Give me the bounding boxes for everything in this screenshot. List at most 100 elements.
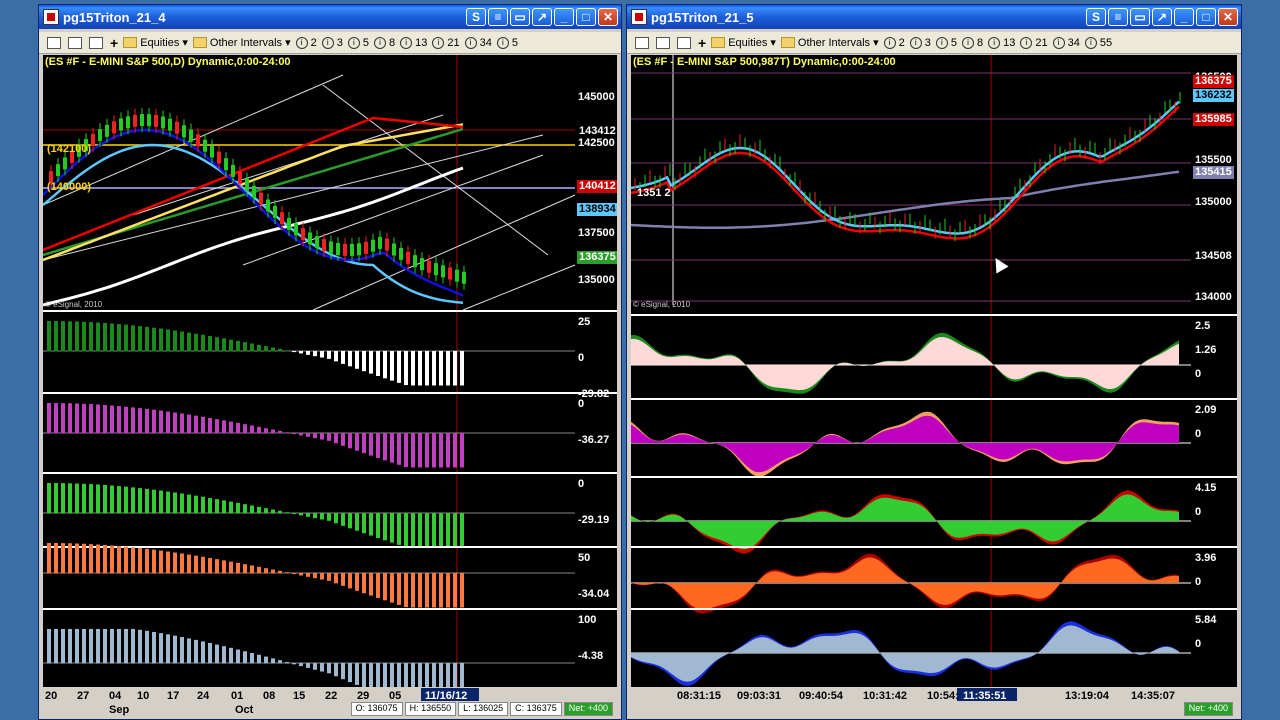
close-button[interactable]: ✕ [1218, 8, 1238, 26]
daily-chart-window[interactable]: pg15Triton_21_4 S ≡ ▭ ↗ _ □ ✕ + Equities… [38, 4, 622, 720]
symbol-link-button[interactable]: S [466, 8, 486, 26]
equities-menu[interactable]: Equities ▾ [711, 36, 776, 49]
histogram-bar [292, 663, 296, 665]
interval-button-34[interactable]: i 34 [1052, 37, 1080, 49]
histogram-bar [124, 324, 128, 352]
tick-chart-window[interactable]: pg15Triton_21_5 S ≡ ▭ ↗ _ □ ✕ + Equities… [626, 4, 1242, 720]
interval-button-8[interactable]: i8 [962, 37, 983, 49]
clock-icon: i [962, 37, 974, 49]
close-value: C: 136375 [510, 702, 562, 716]
histogram-bar [222, 420, 226, 434]
interval-button-8[interactable]: i8 [374, 37, 395, 49]
clock-icon: i [374, 37, 386, 49]
interval-button-5[interactable]: i5 [496, 37, 518, 49]
interval-button-21[interactable]: i 21 [1020, 37, 1048, 49]
restore-layout-button[interactable]: ▭ [510, 8, 530, 26]
interval-link-button[interactable]: ≡ [488, 8, 508, 26]
candle-body [133, 114, 137, 127]
chart-properties-icon[interactable] [635, 36, 649, 49]
histogram-bar [61, 543, 65, 574]
candle-body [119, 118, 123, 131]
minimize-button[interactable]: _ [554, 8, 574, 26]
interval-link-button[interactable]: ≡ [1108, 8, 1128, 26]
histogram-bar [173, 492, 177, 514]
histogram-bar [362, 351, 366, 372]
other-intervals-menu[interactable]: Other Intervals ▾ [780, 36, 879, 49]
interval-button-3[interactable]: i3 [321, 37, 343, 49]
equities-menu[interactable]: Equities ▾ [123, 36, 188, 49]
add-icon[interactable]: + [698, 35, 706, 51]
histogram-bar [166, 634, 170, 664]
formula-icon[interactable] [677, 36, 691, 49]
pin-button[interactable]: ↗ [1152, 8, 1172, 26]
interval-button-5[interactable]: i5 [347, 37, 369, 49]
minimize-button[interactable]: _ [1174, 8, 1194, 26]
histogram-bar [236, 502, 240, 514]
histogram-bar [47, 403, 51, 434]
copy-icon[interactable] [656, 36, 670, 49]
candle-body [196, 134, 200, 147]
histogram-bar [229, 421, 233, 434]
histogram-bar [341, 513, 345, 526]
histogram-bar [89, 544, 93, 574]
histogram-bar [68, 483, 72, 514]
histogram-bar [369, 433, 373, 456]
histogram-bar [243, 504, 247, 514]
histogram-bar [355, 513, 359, 531]
histogram-bar [432, 513, 436, 548]
candle-body [301, 228, 305, 241]
histogram-bar [271, 347, 275, 352]
restore-layout-button[interactable]: ▭ [1130, 8, 1150, 26]
histogram-bar [264, 568, 268, 574]
price-label: 145000 [578, 91, 615, 103]
close-button[interactable]: ✕ [598, 8, 618, 26]
clock-icon: i [883, 37, 896, 49]
histogram-bar [348, 663, 352, 683]
other-intervals-menu[interactable]: Other Intervals ▾ [192, 36, 291, 49]
histogram-bar [145, 326, 149, 352]
maximize-button[interactable]: □ [1196, 8, 1216, 26]
pane-value: -36.27 [578, 434, 609, 446]
interval-button-2[interactable]: i2 [295, 37, 317, 49]
clock-icon: i [400, 37, 413, 49]
interval-button-3[interactable]: i3 [909, 37, 931, 49]
symbol-link-button[interactable]: S [1086, 8, 1106, 26]
histogram-bar [306, 513, 310, 517]
candle-body [98, 129, 102, 142]
candle-body [161, 116, 165, 129]
date-label: 05 [389, 690, 401, 702]
maximize-button[interactable]: □ [576, 8, 596, 26]
interval-button-13[interactable]: i 13 [400, 37, 427, 49]
histogram-bar [194, 495, 198, 514]
histogram-bar [355, 663, 359, 685]
histogram-bar [103, 484, 107, 514]
interval-button-13[interactable]: i 13 [988, 37, 1015, 49]
histogram-bar [201, 416, 205, 434]
chart-properties-icon[interactable] [47, 36, 61, 49]
histogram-bar [390, 513, 394, 543]
window-titlebar[interactable]: pg15Triton_21_4 S ≡ ▭ ↗ _ □ ✕ [39, 5, 621, 29]
candle-body [126, 116, 130, 129]
chart-area[interactable]: 145000142500140000137500135000250-29.820… [43, 55, 617, 717]
interval-button-21[interactable]: i 21 [432, 37, 460, 49]
histogram-bar [152, 327, 156, 352]
interval-button-5[interactable]: i5 [935, 37, 957, 49]
interval-button-34[interactable]: i 34 [464, 37, 492, 49]
pin-button[interactable]: ↗ [532, 8, 552, 26]
window-titlebar[interactable]: pg15Triton_21_5 S ≡ ▭ ↗ _ □ ✕ [627, 5, 1241, 29]
candle-body [273, 205, 277, 218]
histogram-bar [243, 564, 247, 574]
histogram-bar [341, 433, 345, 446]
copy-icon[interactable] [68, 36, 82, 49]
add-icon[interactable]: + [110, 35, 118, 51]
histogram-bar [376, 433, 380, 458]
formula-icon[interactable] [89, 36, 103, 49]
histogram-bar [334, 351, 338, 362]
interval-button-2[interactable]: i2 [883, 37, 905, 49]
histogram-bar [131, 487, 135, 514]
histogram-bar [390, 351, 394, 381]
interval-button-55[interactable]: i 55 [1084, 37, 1112, 49]
chart-area[interactable]: 1365001355001350001340002.51.2602.0904.1… [631, 55, 1237, 717]
histogram-bar [215, 559, 219, 574]
price-flag: 135985 [1193, 113, 1234, 126]
